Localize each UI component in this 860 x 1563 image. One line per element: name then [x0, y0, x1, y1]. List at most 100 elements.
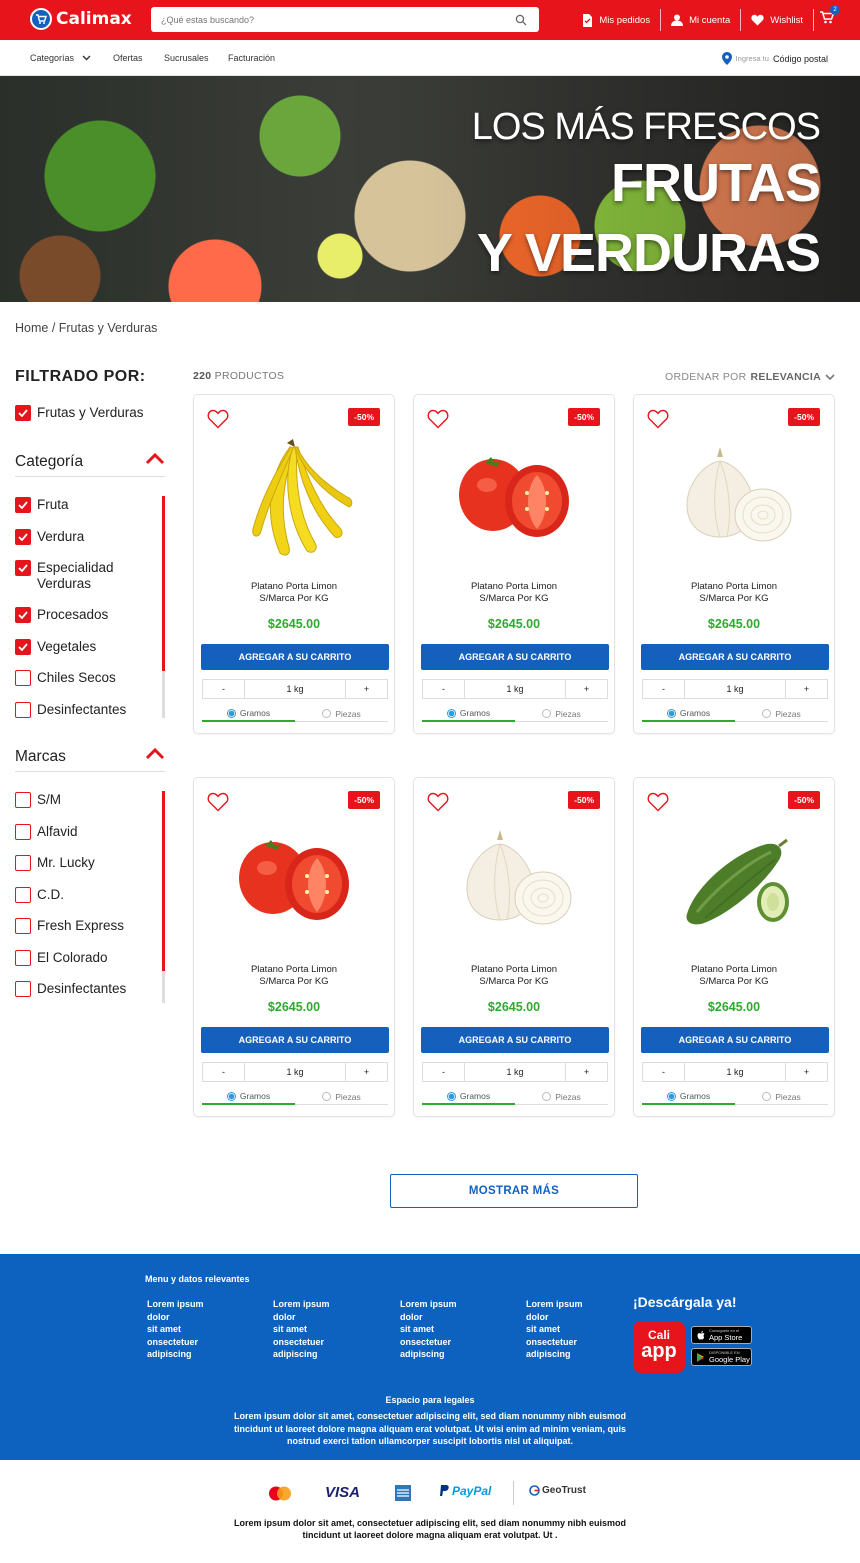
footer-link[interactable]: dolor — [400, 1311, 500, 1324]
brand-option[interactable]: Alfavid — [15, 823, 78, 840]
orders-link[interactable]: Mis pedidos — [572, 9, 662, 31]
footer-link[interactable]: Lorem ipsum — [273, 1298, 373, 1311]
cart-button[interactable]: 2 — [820, 5, 840, 29]
checkbox-checked-icon[interactable] — [15, 405, 31, 421]
checkbox-checked-icon[interactable] — [15, 497, 31, 513]
checkbox-checked-icon[interactable] — [15, 560, 31, 576]
brands-section-header[interactable]: Marcas — [15, 748, 165, 772]
increase-button[interactable]: + — [565, 680, 607, 698]
product-card[interactable]: -50% Platano Porta Limon S/Marca Por KG $26… — [413, 777, 615, 1117]
product-name[interactable]: Platano Porta Limon S/Marca Por KG — [424, 964, 604, 988]
product-image[interactable] — [675, 433, 795, 563]
decrease-button[interactable]: - — [423, 1063, 465, 1081]
quantity-value[interactable]: 1 kg — [685, 1063, 785, 1081]
quantity-value[interactable]: 1 kg — [685, 680, 785, 698]
unit-option-grams[interactable]: Gramos — [422, 706, 515, 722]
checkbox-icon[interactable] — [15, 792, 31, 808]
checkbox-icon[interactable] — [15, 855, 31, 871]
checkbox-icon[interactable] — [15, 886, 31, 903]
wishlist-link[interactable]: Wishlist — [741, 9, 814, 31]
radio-icon[interactable] — [542, 1092, 552, 1101]
quantity-value[interactable]: 1 kg — [465, 680, 565, 698]
unit-option-pieces[interactable]: Piezas — [515, 1089, 608, 1105]
app-store-badge[interactable]: Consíguelo en el App Store — [691, 1326, 752, 1344]
increase-button[interactable]: + — [345, 1063, 387, 1081]
wishlist-heart-icon[interactable] — [207, 409, 229, 434]
product-name[interactable]: Platano Porta Limon S/Marca Por KG — [424, 581, 604, 605]
checkbox-icon[interactable] — [15, 823, 31, 840]
footer-link[interactable]: dolor — [147, 1311, 247, 1324]
product-image[interactable] — [455, 816, 575, 946]
footer-link[interactable]: adipiscing — [147, 1348, 247, 1361]
unit-option-grams[interactable]: Gramos — [202, 1089, 295, 1105]
footer-link[interactable]: adipiscing — [273, 1348, 373, 1361]
wishlist-heart-icon[interactable] — [207, 792, 229, 817]
branches-link[interactable]: Sucrusales — [164, 53, 209, 63]
increase-button[interactable]: + — [345, 680, 387, 698]
product-image[interactable] — [675, 816, 795, 946]
footer-link[interactable]: adipiscing — [526, 1348, 626, 1361]
category-option[interactable]: Vegetales — [15, 638, 96, 655]
product-card[interactable]: -50% Platano Porta Limon S/Marca Por KG $26… — [193, 777, 395, 1117]
radio-icon[interactable] — [762, 1092, 772, 1101]
offers-link[interactable]: Ofertas — [113, 53, 143, 63]
unit-option-pieces[interactable]: Piezas — [735, 1089, 828, 1105]
sort-dropdown[interactable]: ORDENAR POR RELEVANCIA — [665, 371, 835, 383]
unit-option-pieces[interactable]: Piezas — [735, 706, 828, 722]
category-option[interactable]: Chiles Secos — [15, 670, 116, 686]
wishlist-heart-icon[interactable] — [647, 792, 669, 817]
unit-option-pieces[interactable]: Piezas — [515, 706, 608, 722]
decrease-button[interactable]: - — [203, 680, 245, 698]
categories-menu[interactable]: Categorías — [30, 53, 91, 63]
brand-option[interactable]: S/M — [15, 792, 61, 808]
category-section-header[interactable]: Categoría — [15, 453, 165, 477]
increase-button[interactable]: + — [565, 1063, 607, 1081]
decrease-button[interactable]: - — [643, 1063, 685, 1081]
category-option[interactable]: Procesados — [15, 607, 108, 623]
checkbox-checked-icon[interactable] — [15, 528, 31, 545]
category-option[interactable]: Desinfectantes — [15, 701, 126, 718]
wishlist-heart-icon[interactable] — [427, 409, 449, 434]
product-image[interactable] — [235, 433, 355, 563]
brand-option[interactable]: Mr. Lucky — [15, 855, 95, 871]
brand-option[interactable]: C.D. — [15, 886, 64, 903]
checkbox-icon[interactable] — [15, 670, 31, 686]
product-name[interactable]: Platano Porta Limon S/Marca Por KG — [204, 581, 384, 605]
footer-link[interactable]: adipiscing — [400, 1348, 500, 1361]
product-name[interactable]: Platano Porta Limon S/Marca Por KG — [644, 581, 824, 605]
search-input[interactable] — [151, 7, 491, 32]
radio-selected-icon[interactable] — [666, 1091, 676, 1101]
quantity-value[interactable]: 1 kg — [245, 1063, 345, 1081]
footer-link[interactable]: onsectetuer — [273, 1336, 373, 1349]
checkbox-icon[interactable] — [15, 918, 31, 934]
radio-icon[interactable] — [322, 1092, 332, 1101]
radio-selected-icon[interactable] — [666, 708, 676, 718]
checkbox-icon[interactable] — [15, 701, 31, 718]
wishlist-heart-icon[interactable] — [647, 409, 669, 434]
decrease-button[interactable]: - — [423, 680, 465, 698]
decrease-button[interactable]: - — [643, 680, 685, 698]
add-to-cart-button[interactable]: AGREGAR A SU CARRITO — [641, 1027, 829, 1053]
wishlist-heart-icon[interactable] — [427, 792, 449, 817]
unit-option-grams[interactable]: Gramos — [202, 706, 295, 722]
radio-selected-icon[interactable] — [226, 708, 236, 718]
footer-link[interactable]: dolor — [526, 1311, 626, 1324]
product-image[interactable] — [235, 816, 355, 946]
add-to-cart-button[interactable]: AGREGAR A SU CARRITO — [201, 644, 389, 670]
category-option[interactable]: Especialidad Verduras — [15, 560, 137, 592]
unit-option-grams[interactable]: Gramos — [422, 1089, 515, 1105]
active-filter[interactable]: Frutas y Verduras — [15, 405, 144, 421]
product-name[interactable]: Platano Porta Limon S/Marca Por KG — [644, 964, 824, 988]
category-option[interactable]: Verdura — [15, 528, 84, 545]
account-link[interactable]: Mi cuenta — [661, 9, 742, 31]
add-to-cart-button[interactable]: AGREGAR A SU CARRITO — [421, 644, 609, 670]
increase-button[interactable]: + — [785, 680, 827, 698]
checkbox-icon[interactable] — [15, 949, 31, 966]
brand-option[interactable]: Desinfectantes — [15, 981, 126, 997]
unit-option-pieces[interactable]: Piezas — [295, 1089, 388, 1105]
brands-scroll-thumb[interactable] — [162, 791, 165, 971]
product-name[interactable]: Platano Porta Limon S/Marca Por KG — [204, 964, 384, 988]
unit-option-grams[interactable]: Gramos — [642, 1089, 735, 1105]
footer-link[interactable]: sit amet — [526, 1323, 626, 1336]
quantity-value[interactable]: 1 kg — [465, 1063, 565, 1081]
